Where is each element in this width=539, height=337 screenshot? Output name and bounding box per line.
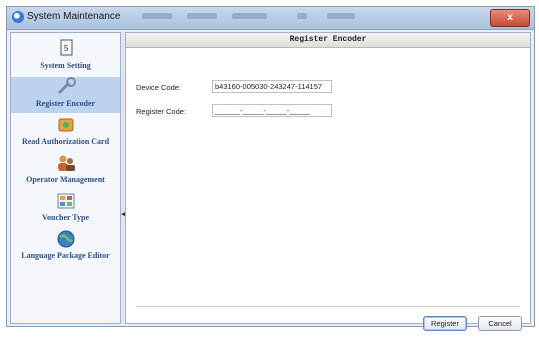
sidebar-item-operator-management[interactable]: Operator Management	[11, 153, 120, 189]
sidebar: 5 System Setting Register Encoder Read A…	[10, 32, 121, 324]
card-reader-icon	[55, 115, 77, 135]
close-button[interactable]: x	[490, 9, 530, 27]
device-code-label: Device Code:	[136, 83, 182, 92]
blurred-title-fragment	[142, 13, 172, 19]
app-icon	[12, 11, 24, 23]
voucher-icon	[55, 191, 77, 211]
close-icon: x	[507, 12, 513, 23]
sidebar-item-system-setting[interactable]: 5 System Setting	[11, 39, 120, 75]
sidebar-item-label: System Setting	[40, 61, 91, 70]
sidebar-item-label: Operator Management	[26, 175, 105, 184]
sidebar-item-label: Language Package Editor	[21, 251, 110, 260]
divider	[136, 306, 520, 307]
sidebar-item-voucher-type[interactable]: Voucher Type	[11, 191, 120, 227]
document-icon: 5	[55, 39, 77, 59]
system-maintenance-window: System Maintenance x 5 System Setting Re…	[6, 6, 535, 331]
blurred-title-fragment	[327, 13, 355, 19]
panel-title: Register Encoder	[126, 33, 530, 48]
svg-text:5: 5	[64, 44, 69, 53]
sidebar-item-register-encoder[interactable]: Register Encoder	[11, 77, 120, 113]
register-code-field[interactable]: ______-_____-_____-_____	[212, 104, 332, 117]
blurred-title-fragment	[232, 13, 267, 19]
sidebar-item-label: Register Encoder	[35, 99, 96, 108]
title-bar[interactable]: System Maintenance x	[7, 7, 534, 30]
sidebar-item-label: Voucher Type	[41, 213, 90, 222]
sidebar-item-label: Read Authorization Card	[21, 137, 110, 146]
register-button[interactable]: Register	[423, 316, 467, 331]
window-title: System Maintenance	[27, 11, 121, 22]
blurred-title-fragment	[187, 13, 217, 19]
sidebar-item-read-authorization-card[interactable]: Read Authorization Card	[11, 115, 120, 151]
users-icon	[55, 153, 77, 173]
globe-icon	[55, 229, 77, 249]
device-code-field[interactable]: b43160-005030-243247-114157	[212, 80, 332, 93]
register-code-label: Register Code:	[136, 107, 187, 116]
cancel-button[interactable]: Cancel	[478, 316, 522, 331]
sidebar-item-language-package-editor[interactable]: Language Package Editor	[11, 229, 120, 265]
blurred-title-fragment	[297, 13, 307, 19]
register-encoder-panel: Register Encoder Device Code: b43160-005…	[125, 32, 531, 331]
wrench-icon	[55, 77, 77, 97]
